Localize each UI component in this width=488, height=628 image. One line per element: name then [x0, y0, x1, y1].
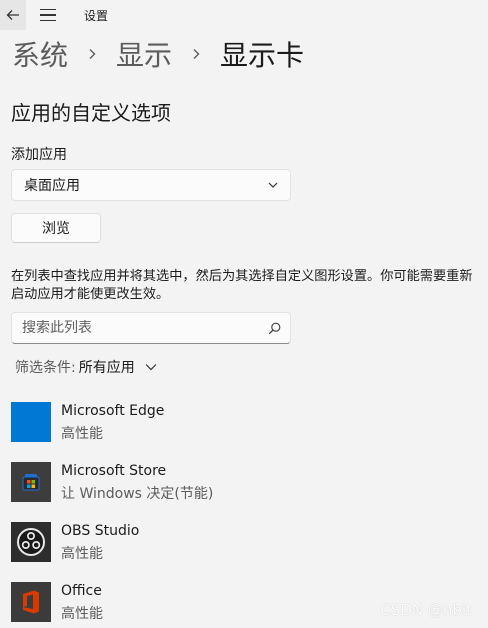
chevron-down-icon [145, 364, 157, 371]
breadcrumb-system[interactable]: 系统 [12, 34, 68, 74]
search-box[interactable] [11, 312, 291, 344]
obs-studio-icon [11, 522, 51, 562]
watermark: CSDN @hbit [380, 601, 472, 619]
app-graphics-setting: 高性能 [61, 546, 103, 562]
back-button[interactable] [0, 0, 26, 30]
app-name: Microsoft Store [61, 463, 167, 479]
add-app-label: 添加应用 [11, 147, 67, 163]
app-name: Microsoft Edge [61, 403, 165, 419]
microsoft-edge-icon [11, 402, 51, 442]
title-bar: 设置 [0, 0, 488, 30]
breadcrumb: 系统 显示 显示卡 [12, 34, 304, 74]
microsoft-store-icon [11, 462, 51, 502]
back-arrow-icon [6, 10, 19, 20]
app-graphics-setting: 让 Windows 决定(节能) [61, 486, 214, 502]
office-icon [11, 582, 51, 622]
page-section-title: 应用的自定义选项 [11, 101, 171, 125]
settings-window: 设置 系统 显示 显示卡 应用的自定义选项 添加应用 桌面应用 浏览 在列表中查… [0, 0, 488, 628]
search-icon [268, 322, 281, 335]
app-name: OBS Studio [61, 523, 140, 539]
window-title: 设置 [84, 9, 109, 23]
app-graphics-setting: 高性能 [61, 426, 103, 442]
app-type-dropdown[interactable]: 桌面应用 [11, 169, 291, 201]
list-item[interactable]: OBS Studio 高性能 [11, 520, 477, 580]
filter-value: 所有应用 [78, 360, 135, 376]
app-list: Microsoft Edge 高性能 Microsoft Store 让 Win… [11, 400, 477, 628]
hamburger-icon [40, 8, 56, 11]
chevron-right-icon [193, 49, 200, 59]
breadcrumb-display[interactable]: 显示 [116, 34, 172, 74]
description-text: 在列表中查找应用并将其选中，然后为其选择自定义图形设置。你可能需要重新启动应用才… [11, 269, 473, 302]
filter-label: 筛选条件: [15, 360, 76, 376]
chevron-down-icon [268, 182, 278, 188]
search-input[interactable] [22, 320, 262, 336]
navigation-menu-button[interactable] [40, 6, 60, 24]
browse-button[interactable]: 浏览 [11, 213, 101, 243]
list-item[interactable]: Microsoft Store 让 Windows 决定(节能) [11, 460, 477, 520]
app-name: Office [61, 583, 102, 599]
breadcrumb-graphics: 显示卡 [220, 39, 305, 72]
chevron-right-icon [89, 49, 96, 59]
filter-dropdown[interactable]: 筛选条件: 所有应用 [15, 357, 157, 377]
app-graphics-setting: 高性能 [61, 606, 103, 622]
list-item[interactable]: Microsoft Edge 高性能 [11, 400, 477, 460]
dropdown-selected-value: 桌面应用 [24, 178, 80, 194]
